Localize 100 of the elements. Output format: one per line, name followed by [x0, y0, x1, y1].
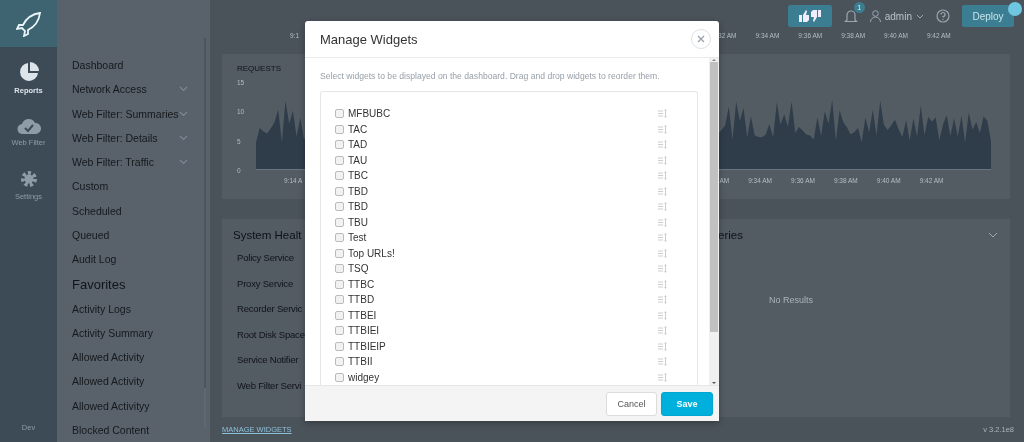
drag-handle-icon[interactable]: [658, 186, 667, 196]
service-name: Recorder Servic: [237, 303, 303, 316]
widget-name: MFBUBC: [348, 108, 391, 120]
checkbox[interactable]: [335, 295, 344, 305]
drag-handle-icon[interactable]: [658, 233, 667, 243]
drag-handle-icon[interactable]: [658, 326, 667, 336]
menu-item[interactable]: Dashboard: [72, 53, 204, 78]
widget-name: TSQ: [348, 263, 369, 275]
widget-name: TAU: [348, 154, 368, 166]
deploy-button[interactable]: Deploy: [962, 5, 1014, 27]
checkbox[interactable]: [335, 248, 344, 258]
chevron-down-icon[interactable]: [988, 232, 998, 238]
widget-name: TBD: [348, 201, 368, 213]
widget-name: TTBEI: [348, 309, 377, 321]
bell-icon[interactable]: [843, 8, 858, 24]
close-button[interactable]: [691, 29, 711, 49]
chevron-down-icon: [178, 159, 188, 166]
dialog-title: Manage Widgets: [320, 31, 418, 47]
user-menu[interactable]: admin: [869, 10, 924, 22]
badge-icon: [1008, 2, 1022, 16]
favorite-item[interactable]: Activity Logs: [72, 296, 204, 321]
service-name: Root Disk Space: [237, 328, 305, 342]
service-name: Web Filter Servi: [237, 379, 302, 393]
favorite-item[interactable]: Allowed Activity: [72, 369, 204, 394]
menu-item[interactable]: Scheduled: [72, 198, 204, 223]
checkbox[interactable]: [335, 186, 344, 196]
checkbox[interactable]: [335, 202, 344, 212]
menu-item[interactable]: Web Filter: Traffic: [72, 150, 204, 175]
drag-handle-icon[interactable]: [658, 295, 667, 305]
widget-name: TBC: [348, 170, 368, 182]
user-icon: [869, 10, 881, 22]
favorite-item[interactable]: Blocked Content: [72, 417, 204, 442]
drag-handle-icon[interactable]: [658, 202, 667, 212]
drag-handle-icon[interactable]: [658, 279, 667, 289]
feedback-button[interactable]: [787, 5, 832, 27]
drag-handle-icon[interactable]: [658, 171, 667, 181]
checkbox[interactable]: [335, 372, 344, 382]
drag-handle-icon[interactable]: [658, 310, 667, 320]
card-title: System Healt: [233, 229, 302, 241]
widget-name: TAD: [348, 139, 368, 151]
widget-name: TTBIEI: [348, 325, 380, 337]
chevron-down-icon: [178, 86, 188, 93]
checkbox[interactable]: [335, 233, 344, 243]
pie-chart-icon: [17, 61, 40, 83]
chevron-down-icon: [178, 134, 188, 141]
favorite-item[interactable]: Allowed Activityy: [72, 393, 204, 418]
card-title: REQUESTS: [237, 64, 282, 73]
drag-handle-icon[interactable]: [658, 248, 667, 258]
empty-message: No Results: [769, 295, 813, 305]
section-heading: Favorites: [72, 277, 127, 293]
rocket-icon: [15, 10, 42, 37]
widget-name: TTBD: [348, 294, 375, 306]
checkbox[interactable]: [335, 310, 344, 320]
menu-item[interactable]: Queued: [72, 222, 204, 248]
checkbox[interactable]: [335, 279, 344, 289]
checkbox[interactable]: [335, 171, 344, 181]
card-title: eries: [718, 229, 743, 241]
help-icon[interactable]: [936, 9, 950, 23]
menu-item[interactable]: Web Filter: Details: [72, 125, 204, 151]
cancel-button[interactable]: Cancel: [606, 391, 657, 416]
close-icon: [697, 35, 705, 43]
menu-item[interactable]: Web Filter: Summaries: [72, 101, 204, 126]
chevron-down-icon: [178, 110, 188, 117]
widget-name: TBD: [348, 185, 368, 197]
widget-name: TTBIEIP: [348, 340, 386, 352]
drag-handle-icon[interactable]: [658, 341, 667, 351]
checkbox[interactable]: [335, 155, 344, 165]
widget-name: TTBII: [348, 356, 373, 368]
widget-name: TBU: [348, 216, 368, 228]
menu-item[interactable]: Network Access: [72, 77, 204, 102]
checkbox[interactable]: [335, 264, 344, 274]
drag-handle-icon[interactable]: [658, 357, 667, 367]
checkbox[interactable]: [335, 326, 344, 336]
checkbox[interactable]: [335, 217, 344, 227]
service-name: Policy Service: [237, 252, 294, 265]
favorite-item[interactable]: Allowed Activity: [72, 344, 204, 370]
checkbox[interactable]: [335, 124, 344, 134]
save-button[interactable]: Save: [661, 391, 713, 416]
checkbox[interactable]: [335, 140, 344, 150]
drag-handle-icon[interactable]: [658, 109, 667, 119]
widget-name: widgey: [348, 371, 380, 383]
scrollbar[interactable]: [709, 58, 719, 385]
checkbox[interactable]: [335, 109, 344, 119]
favorite-item[interactable]: Activity Summary: [72, 320, 204, 345]
thumbs-up-down-icon: [797, 10, 822, 22]
widget-name: Top URLs!: [348, 247, 395, 259]
drag-handle-icon[interactable]: [658, 217, 667, 227]
drag-handle-icon[interactable]: [658, 124, 667, 134]
widget-name: TTBC: [348, 278, 375, 290]
chevron-down-icon: [916, 13, 924, 19]
checkbox[interactable]: [335, 357, 344, 367]
service-name: Proxy Service: [237, 277, 293, 291]
drag-handle-icon[interactable]: [658, 264, 667, 274]
widget-name: TAC: [348, 123, 368, 135]
drag-handle-icon[interactable]: [658, 372, 667, 382]
menu-item[interactable]: Custom: [72, 174, 204, 199]
menu-item[interactable]: Audit Log: [72, 247, 204, 272]
drag-handle-icon[interactable]: [658, 140, 667, 150]
drag-handle-icon[interactable]: [658, 155, 667, 165]
checkbox[interactable]: [335, 341, 344, 351]
